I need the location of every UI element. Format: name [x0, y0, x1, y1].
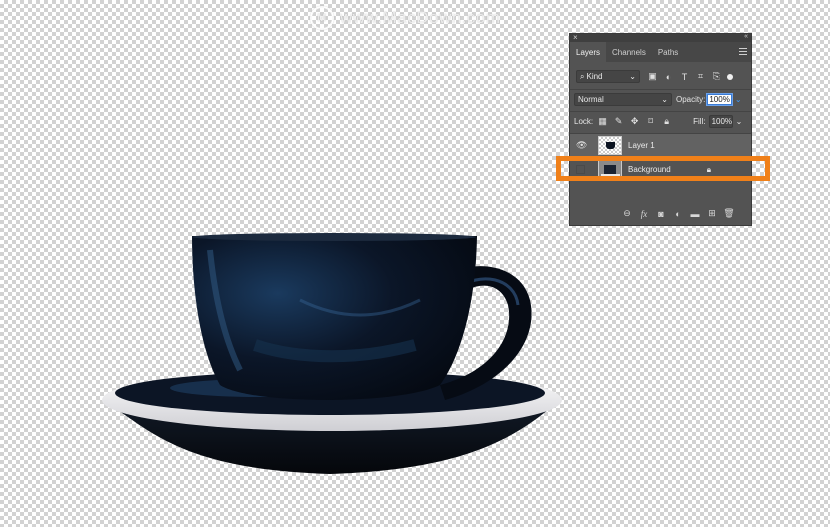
type-filter-icon[interactable]: T: [680, 72, 689, 82]
mask-icon[interactable]: ◙: [655, 208, 667, 220]
opacity-input[interactable]: 100%: [706, 93, 733, 106]
close-panel-icon[interactable]: ×: [573, 33, 578, 42]
panel-titlebar: × «: [570, 33, 751, 42]
filter-kind-select[interactable]: ⌕ Kind ⌄: [576, 70, 640, 83]
adjustment-filter-icon[interactable]: ◐: [664, 72, 673, 82]
lock-artboard-icon[interactable]: ⌑: [646, 116, 655, 126]
filter-toggle-icon[interactable]: [727, 73, 733, 80]
opacity-label: Opacity:: [676, 95, 706, 104]
cup-and-saucer-image: [102, 233, 562, 474]
lock-row: Lock: ▦ ✎ ✥ ⌑ 🔒︎ Fill: 100% ⌄: [570, 115, 751, 128]
image-filter-icon[interactable]: ▣: [648, 71, 657, 81]
search-icon: ⌕: [580, 71, 585, 81]
visibility-eye-icon[interactable]: 👁︎: [576, 140, 590, 151]
panel-menu-icon[interactable]: [739, 48, 747, 55]
fill-value: 100%: [711, 117, 733, 126]
tab-channels[interactable]: Channels: [606, 42, 652, 62]
link-icon[interactable]: ⊖: [621, 208, 633, 220]
blend-mode-value: Normal: [578, 95, 604, 104]
fill-input[interactable]: 100%: [708, 115, 733, 128]
chevron-down-icon: ⌄: [661, 95, 668, 104]
filter-kind-value: Kind: [586, 72, 603, 81]
lock-label: Lock:: [574, 117, 594, 126]
lock-transparency-icon[interactable]: ▦: [598, 116, 607, 126]
watermark: M www.MacDown.com: [310, 6, 501, 30]
background-layer-highlight-box: [556, 156, 770, 181]
filter-row: ⌕ Kind ⌄ ▣ ◐ T ⌗ ⎘: [570, 70, 751, 83]
chevron-down-icon: ⌄: [629, 72, 636, 81]
layers-panel: × « Layers Channels Paths ⌕ Kind ⌄ ▣ ◐ T…: [569, 33, 752, 226]
blend-mode-select[interactable]: Normal ⌄: [574, 93, 672, 106]
layer-thumbnail: [598, 136, 622, 155]
blend-row: Normal ⌄ Opacity: 100% ⌄: [570, 93, 751, 106]
adjustment-layer-icon[interactable]: ◐: [672, 208, 684, 220]
tab-layers[interactable]: Layers: [570, 42, 607, 62]
shape-filter-icon[interactable]: ⌗: [696, 71, 705, 81]
fx-icon[interactable]: fx: [638, 208, 650, 220]
tab-paths[interactable]: Paths: [652, 42, 684, 62]
watermark-logo-icon: M: [310, 6, 334, 30]
layer-name[interactable]: Layer 1: [628, 141, 655, 150]
collapse-panel-icon[interactable]: «: [744, 33, 748, 40]
group-folder-icon[interactable]: ▬: [689, 208, 701, 220]
divider: [570, 89, 751, 90]
trash-icon[interactable]: 🗑︎: [723, 208, 735, 220]
layer-row-layer-1[interactable]: 👁︎ Layer 1: [570, 134, 751, 157]
fill-label: Fill:: [693, 117, 706, 126]
lock-all-icon[interactable]: 🔒︎: [662, 116, 671, 126]
chevron-down-icon[interactable]: ⌄: [736, 117, 743, 126]
lock-image-pixels-icon[interactable]: ✎: [614, 116, 623, 126]
lock-position-icon[interactable]: ✥: [630, 116, 639, 126]
new-layer-icon[interactable]: ⊞: [706, 208, 718, 220]
panel-bottom-bar: ⊖ fx ◙ ◐ ▬ ⊞ 🗑︎: [570, 202, 751, 225]
watermark-text: www.MacDown.com: [340, 8, 501, 27]
smart-object-filter-icon[interactable]: ⎘: [712, 71, 721, 81]
divider: [570, 111, 751, 112]
panel-tabs: Layers Channels Paths: [570, 42, 751, 62]
chevron-down-icon[interactable]: ⌄: [735, 95, 742, 104]
